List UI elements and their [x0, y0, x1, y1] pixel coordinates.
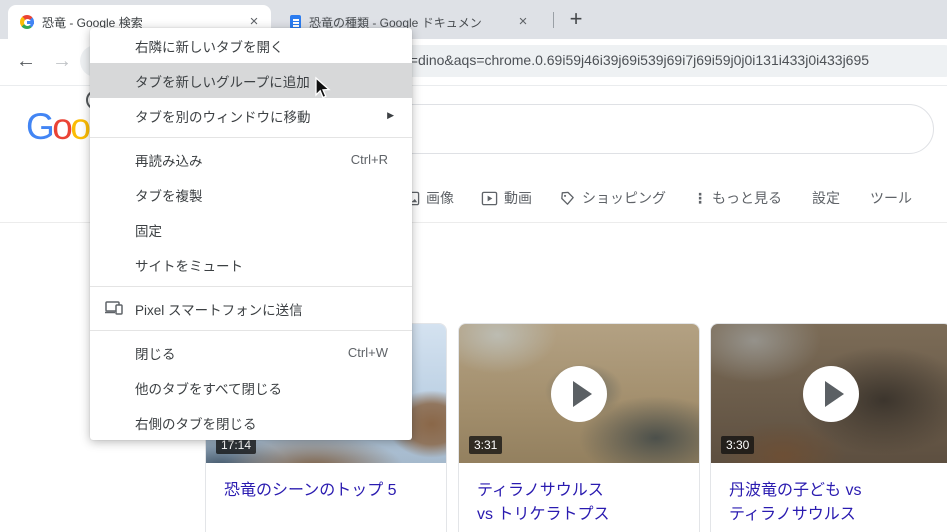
nav-settings[interactable]: 設定: [812, 188, 840, 208]
video-title-line: 丹波竜の子ども vs: [729, 479, 933, 503]
google-favicon-icon: [20, 15, 34, 29]
menu-item-new-tab-to-right[interactable]: 右隣に新しいタブを開く: [90, 28, 412, 63]
logo-letter: G: [26, 106, 52, 147]
nav-label: 画像: [426, 188, 454, 208]
browser-window: 恐竜 - Google 検索 × 恐竜の種類 - Google ドキュメン × …: [0, 0, 947, 532]
docs-favicon-icon: [290, 15, 301, 29]
menu-separator: [90, 137, 412, 138]
menu-item-pin-tab[interactable]: 固定: [90, 212, 412, 247]
menu-item-move-tab-to-another-window[interactable]: タブを別のウィンドウに移動 ▶: [90, 98, 412, 133]
menu-item-label: 他のタブをすべて閉じる: [135, 378, 388, 398]
url-text: q=dino&aqs=chrome.0.69i59j46i39j69i539j6…: [402, 52, 869, 68]
menu-item-label: 右側のタブを閉じる: [135, 413, 388, 433]
nav-tools[interactable]: ツール: [870, 188, 912, 208]
video-icon: [481, 190, 498, 207]
menu-item-label: タブを複製: [135, 185, 388, 205]
menu-item-close-tabs-to-right[interactable]: 右側のタブを閉じる: [90, 405, 412, 440]
tab-close-icon[interactable]: ×: [514, 13, 532, 31]
nav-label: 設定: [812, 188, 840, 208]
menu-item-mute-site[interactable]: サイトをミュート: [90, 247, 412, 282]
mouse-cursor-icon: [309, 76, 331, 100]
menu-item-send-to-pixel[interactable]: Pixel スマートフォンに送信: [90, 291, 412, 326]
more-vertical-icon: ⋮: [693, 190, 706, 207]
menu-item-close-other-tabs[interactable]: 他のタブをすべて閉じる: [90, 370, 412, 405]
menu-item-label: サイトをミュート: [135, 255, 388, 275]
menu-item-label: 固定: [135, 220, 388, 240]
nav-label: 動画: [504, 188, 532, 208]
video-thumbnail[interactable]: 3:30: [711, 324, 947, 463]
menu-separator: [90, 330, 412, 331]
play-button-icon[interactable]: [551, 366, 607, 422]
back-button-icon[interactable]: ←: [12, 47, 40, 75]
menu-item-label: タブを新しいグループに追加: [135, 71, 388, 91]
nav-label: ショッピング: [582, 188, 666, 208]
menu-item-shortcut: Ctrl+W: [348, 345, 388, 360]
menu-item-label: 閉じる: [135, 343, 348, 363]
menu-separator: [90, 286, 412, 287]
nav-label: ツール: [870, 188, 912, 208]
video-title-link[interactable]: 丹波竜の子ども vs ティラノサウルス: [711, 463, 947, 527]
play-button-icon[interactable]: [803, 366, 859, 422]
nav-label: もっと見る: [712, 188, 782, 208]
tab-separator: [553, 12, 554, 28]
menu-item-label: 再読み込み: [135, 150, 351, 170]
video-duration-badge: 3:30: [721, 436, 754, 454]
result-nav: 画像 動画 ショッピング ⋮ もっと見る 設定 ツール: [403, 185, 912, 211]
logo-letter: o: [70, 106, 88, 147]
menu-item-reload[interactable]: 再読み込み Ctrl+R: [90, 142, 412, 177]
menu-item-add-tab-to-new-group[interactable]: タブを新しいグループに追加: [90, 63, 412, 98]
menu-item-shortcut: Ctrl+R: [351, 152, 388, 167]
video-title-link[interactable]: 恐竜のシーンのトップ 5: [206, 463, 446, 503]
video-duration-badge: 3:31: [469, 436, 502, 454]
nav-shopping[interactable]: ショッピング: [559, 188, 666, 208]
nav-videos[interactable]: 動画: [481, 188, 532, 208]
video-card[interactable]: 3:31 ティラノサウルス vs トリケラトプス: [458, 323, 700, 532]
forward-button-icon: →: [48, 47, 76, 75]
nav-more[interactable]: ⋮ もっと見る: [693, 188, 782, 208]
video-title-line: ティラノサウルス: [729, 503, 933, 527]
video-title-line: vs トリケラトプス: [477, 503, 681, 527]
send-to-device-icon: [105, 300, 124, 316]
menu-item-label: Pixel スマートフォンに送信: [135, 299, 388, 319]
video-title-line: ティラノサウルス: [477, 479, 681, 503]
new-tab-button[interactable]: +: [562, 6, 590, 34]
menu-item-close-tab[interactable]: 閉じる Ctrl+W: [90, 335, 412, 370]
submenu-arrow-icon: ▶: [387, 110, 394, 121]
menu-item-label: 右隣に新しいタブを開く: [135, 36, 388, 56]
tag-icon: [559, 190, 576, 207]
menu-item-duplicate-tab[interactable]: タブを複製: [90, 177, 412, 212]
tab-context-menu: 右隣に新しいタブを開く タブを新しいグループに追加 タブを別のウィンドウに移動 …: [90, 28, 412, 440]
menu-item-label: タブを別のウィンドウに移動: [135, 106, 387, 126]
video-title-link[interactable]: ティラノサウルス vs トリケラトプス: [459, 463, 699, 527]
video-card[interactable]: 3:30 丹波竜の子ども vs ティラノサウルス: [710, 323, 947, 532]
video-title-line: 恐竜のシーンのトップ 5: [224, 479, 428, 503]
video-thumbnail[interactable]: 3:31: [459, 324, 699, 463]
logo-letter: o: [52, 106, 70, 147]
